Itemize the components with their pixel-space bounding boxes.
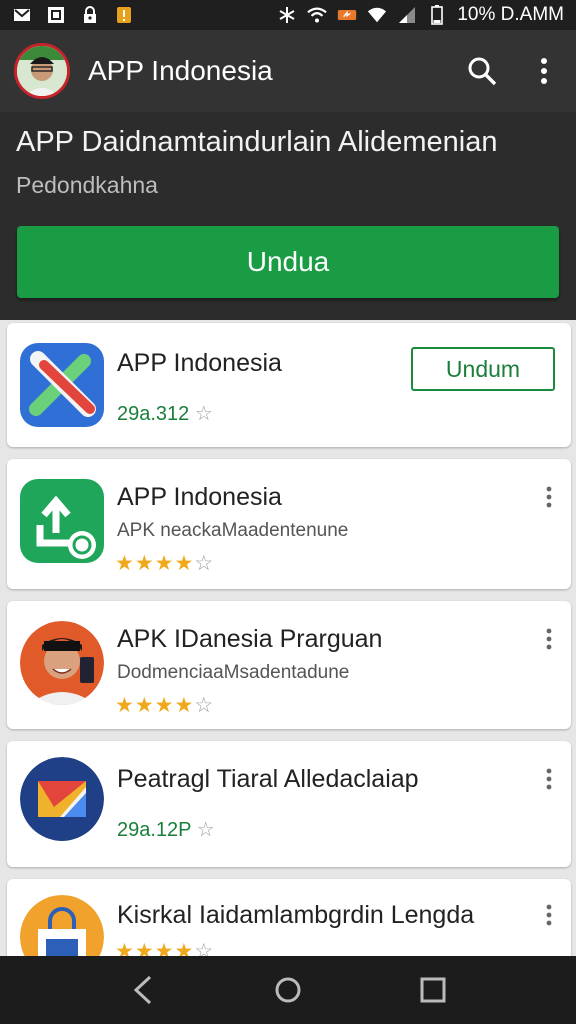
star-outline-icon: ☆ <box>194 694 215 717</box>
search-icon[interactable] <box>464 53 500 89</box>
battery-percentage: 10% D.AMM <box>457 4 564 25</box>
rating-stars: ★★★★☆ <box>115 551 214 576</box>
list-item[interactable]: APP Indonesia 29a.312 ☆ Undum <box>7 323 571 447</box>
more-vert-icon[interactable] <box>541 483 557 511</box>
signal-icon <box>397 5 417 25</box>
warning-icon <box>114 5 134 25</box>
notification-icons <box>12 5 134 25</box>
star-icon: ★ <box>115 694 135 717</box>
more-vert-icon[interactable] <box>526 53 562 89</box>
back-icon[interactable] <box>123 970 163 1010</box>
star-outline-icon: ☆ <box>194 552 215 575</box>
hero-headline: APP Daidnamtaindurlain Alidemenian <box>16 126 498 158</box>
app-name: APK IDanesia Prarguan <box>117 625 383 653</box>
app-price: 29a.312 ☆ <box>117 401 213 426</box>
bluetooth-icon <box>277 5 297 25</box>
app-name: APP Indonesia <box>117 483 282 511</box>
avatar[interactable] <box>14 43 70 99</box>
install-button[interactable]: Undum <box>411 347 555 391</box>
list-item[interactable]: APK IDanesia Prarguan DodmenciaaMsadenta… <box>7 601 571 729</box>
app-name: APP Indonesia <box>117 349 282 377</box>
app-name: Peatragl Tiaral Alledaclaiap <box>117 765 419 793</box>
more-vert-icon[interactable] <box>541 625 557 653</box>
navigation-bar <box>0 956 576 1024</box>
star-icon: ★ <box>154 694 175 717</box>
battery-saver-icon <box>337 5 357 25</box>
wifi-icon <box>307 5 328 25</box>
app-list: APP Indonesia 29a.312 ☆ Undum APP Indone… <box>0 320 576 956</box>
star-icon: ★ <box>174 694 195 717</box>
star-icon: ★ <box>115 940 135 956</box>
app-price: 29a.12P ☆ <box>117 817 215 842</box>
wifi-strong-icon <box>367 5 387 25</box>
tools-app-icon <box>20 343 104 427</box>
rating-stars: ★★★★☆ <box>115 939 214 956</box>
app-meta: DodmenciaaMsadentadune <box>117 662 350 683</box>
app-title: APP Indonesia <box>88 55 273 86</box>
more-vert-icon[interactable] <box>541 901 557 929</box>
app-name: Kisrkal Iaidamlambgrdin Lengda <box>117 901 475 929</box>
star-outline-icon: ☆ <box>194 940 215 956</box>
star-icon: ★ <box>154 552 175 575</box>
upload-app-icon <box>20 479 104 563</box>
image-icon <box>46 5 66 25</box>
lock-icon <box>80 5 100 25</box>
list-item[interactable]: Peatragl Tiaral Alledaclaiap 29a.12P ☆ <box>7 741 571 867</box>
more-vert-icon[interactable] <box>541 765 557 793</box>
list-item[interactable]: Kisrkal Iaidamlambgrdin Lengda ★★★★☆ <box>7 879 571 956</box>
app-bar: APP Indonesia <box>0 30 576 112</box>
star-icon: ★ <box>154 940 175 956</box>
mail-icon <box>12 5 32 25</box>
rating-stars: ★★★★☆ <box>115 693 214 718</box>
star-outline-icon: ☆ <box>194 403 213 425</box>
recents-icon[interactable] <box>413 970 453 1010</box>
star-icon: ★ <box>174 940 195 956</box>
star-icon: ★ <box>115 552 135 575</box>
app-price-text: 29a.312 <box>117 403 190 425</box>
battery-icon <box>427 5 447 25</box>
star-icon: ★ <box>174 552 195 575</box>
app-meta: APK neackaMaadentenune <box>117 520 349 541</box>
hero-section: APP Daidnamtaindurlain Alidemenian Pedon… <box>0 112 576 320</box>
hero-subtitle: Pedondkahna <box>16 172 158 198</box>
star-icon: ★ <box>134 940 155 956</box>
envelope-app-icon <box>20 757 104 841</box>
star-outline-icon: ☆ <box>196 819 215 841</box>
star-icon: ★ <box>134 694 155 717</box>
list-item[interactable]: APP Indonesia APK neackaMaadentenune ★★★… <box>7 459 571 589</box>
shopping-bag-app-icon <box>20 895 104 956</box>
download-button[interactable]: Undua <box>17 226 559 298</box>
status-bar: 10% D.AMM <box>0 0 576 30</box>
home-icon[interactable] <box>268 970 308 1010</box>
star-icon: ★ <box>134 552 155 575</box>
app-price-text: 29a.12P <box>117 819 192 841</box>
person-app-icon <box>20 621 104 705</box>
system-status: 10% D.AMM <box>277 4 564 26</box>
